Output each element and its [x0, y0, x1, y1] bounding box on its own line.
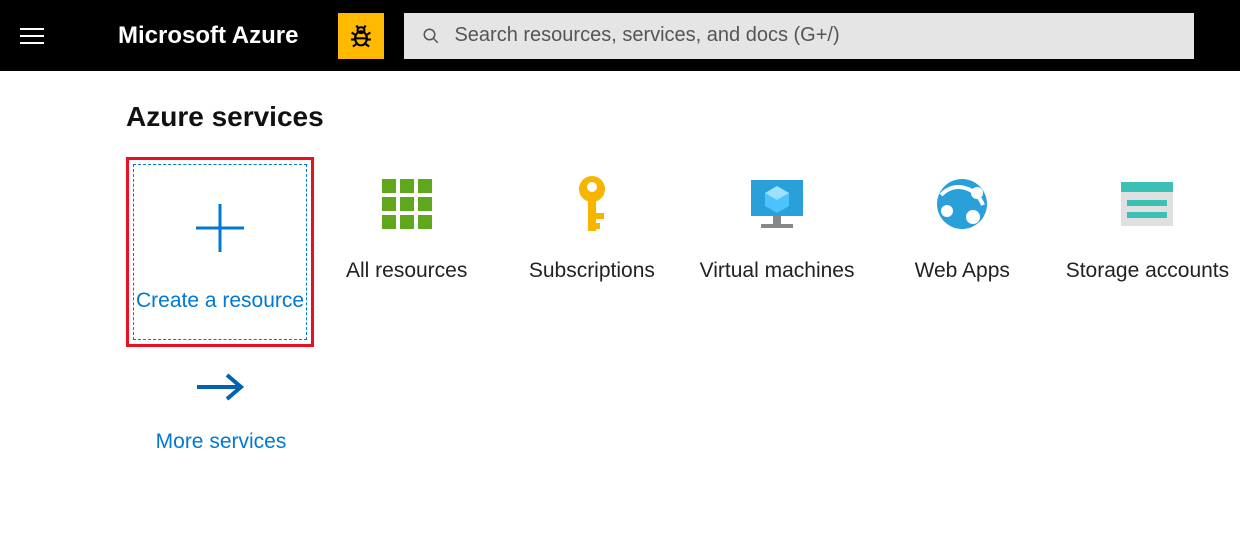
service-label: Web Apps: [915, 257, 1010, 285]
web-apps-tile[interactable]: Web Apps: [870, 157, 1055, 347]
storage-accounts-tile[interactable]: Storage accounts: [1055, 157, 1240, 347]
bug-icon: [347, 22, 375, 50]
service-label: Virtual machines: [700, 257, 855, 285]
search-input[interactable]: [454, 24, 1176, 47]
key-icon: [570, 169, 614, 239]
virtual-machines-tile[interactable]: Virtual machines: [684, 157, 869, 347]
subscriptions-tile[interactable]: Subscriptions: [499, 157, 684, 347]
services-row: Create a resource All resources: [126, 157, 1240, 347]
bug-button[interactable]: [338, 13, 384, 59]
service-label: Subscriptions: [529, 257, 655, 285]
all-resources-tile[interactable]: All resources: [314, 157, 499, 347]
menu-toggle-button[interactable]: [20, 22, 48, 50]
plus-icon: [190, 193, 250, 263]
create-resource-tile[interactable]: Create a resource: [126, 157, 314, 347]
content: Azure services Create a resource: [0, 71, 1240, 454]
search-icon: [422, 27, 440, 45]
globe-icon: [933, 169, 991, 239]
storage-icon: [1117, 169, 1177, 239]
search-container[interactable]: [404, 13, 1194, 59]
topbar: Microsoft Azure: [0, 0, 1240, 71]
brand-label: Microsoft Azure: [118, 22, 298, 50]
more-services-label: More services: [156, 430, 287, 454]
more-services-link[interactable]: More services: [126, 369, 316, 454]
service-label: All resources: [346, 257, 467, 285]
vm-icon: [747, 169, 807, 239]
section-title: Azure services: [126, 101, 1240, 133]
service-label: Create a resource: [136, 287, 304, 315]
service-label: Storage accounts: [1066, 257, 1229, 285]
arrow-right-icon: [191, 369, 251, 410]
grid-icon: [379, 169, 435, 239]
